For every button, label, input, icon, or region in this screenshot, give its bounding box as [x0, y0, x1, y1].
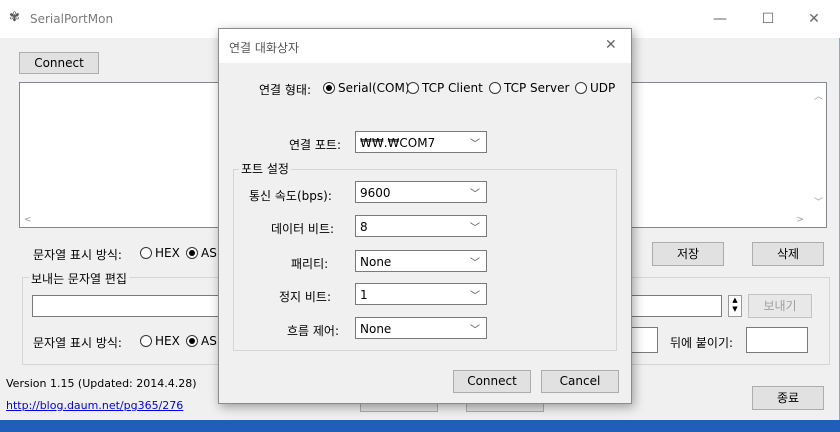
send-hex-radio-label: HEX	[155, 334, 180, 348]
send-ascii-radio-circle[interactable]	[186, 335, 198, 347]
conn-type-udp[interactable]: UDP	[575, 81, 615, 95]
dialog-close-icon[interactable]: ✕	[605, 37, 617, 53]
hex-radio-label: HEX	[155, 246, 180, 260]
scroll-right-icon[interactable]: >	[796, 215, 804, 225]
app-icon: ✾	[9, 10, 20, 25]
scroll-down-icon[interactable]: ﹀	[814, 195, 823, 208]
connect-button[interactable]: Connect	[19, 52, 99, 74]
ascii-radio-label: AS	[201, 246, 217, 260]
conn-type-tcp-server-label: TCP Server	[504, 81, 570, 95]
exit-button[interactable]: 종료	[752, 386, 824, 410]
stopbits-value: 1	[360, 288, 368, 302]
databits-label: 데이터 비트:	[271, 222, 335, 236]
conn-type-tcp-client[interactable]: TCP Client	[407, 81, 483, 95]
minimize-icon[interactable]: —	[705, 6, 735, 32]
baud-label: 통신 속도(bps):	[249, 189, 332, 203]
send-ascii-radio[interactable]: AS	[186, 334, 217, 348]
dialog-connect-button[interactable]: Connect	[453, 370, 531, 393]
parity-value: None	[360, 255, 392, 269]
close-icon[interactable]: ✕	[799, 6, 829, 32]
send-group-label: 보내는 문자열 편집	[29, 270, 129, 287]
send-ascii-radio-label: AS	[201, 334, 217, 348]
maximize-icon[interactable]: ☐	[753, 6, 783, 32]
append-label: 뒤에 붙이기:	[670, 336, 734, 350]
scroll-up-icon[interactable]: ︿	[814, 89, 823, 102]
dialog-cancel-button[interactable]: Cancel	[541, 370, 619, 393]
dialog-title: 연결 대화상자	[229, 41, 300, 55]
port-select[interactable]: ₩₩.₩COM7 ﹀	[355, 131, 487, 153]
send-hex-radio-circle[interactable]	[140, 335, 152, 347]
conn-type-tcp-server[interactable]: TCP Server	[489, 81, 569, 95]
window-title: SerialPortMon	[30, 12, 114, 26]
ascii-radio[interactable]: AS	[186, 246, 217, 260]
scroll-left-icon[interactable]: <	[24, 215, 32, 225]
blog-link[interactable]: http://blog.daum.net/pg365/276	[6, 399, 183, 412]
connection-dialog: 연결 대화상자 ✕ 연결 형태: Serial(COM) TCP Client …	[218, 28, 632, 404]
conn-type-tcp-client-radio[interactable]	[407, 82, 419, 94]
conn-type-tcp-client-label: TCP Client	[422, 81, 483, 95]
display-mode-label: 문자열 표시 방식:	[33, 248, 122, 262]
stopbits-select[interactable]: 1 ﹀	[355, 283, 487, 305]
send-hex-radio[interactable]: HEX	[140, 334, 180, 348]
prefix-input[interactable]	[630, 327, 658, 353]
send-spinner[interactable]: ▲ ▼	[728, 295, 742, 317]
version-text: Version 1.15 (Updated: 2014.4.28)	[6, 377, 197, 390]
port-value: ₩₩.₩COM7	[360, 136, 436, 150]
baud-value: 9600	[360, 186, 391, 200]
conn-type-udp-radio[interactable]	[575, 82, 587, 94]
dialog-title-bar: 연결 대화상자 ✕	[219, 29, 631, 63]
conn-type-serial-label: Serial(COM)	[338, 81, 410, 95]
save-button[interactable]: 저장	[652, 242, 724, 266]
hex-radio[interactable]: HEX	[140, 246, 180, 260]
flow-value: None	[360, 322, 392, 336]
databits-value: 8	[360, 220, 368, 234]
conn-type-serial-radio[interactable]	[323, 82, 335, 94]
append-input[interactable]	[746, 327, 808, 353]
conn-type-tcp-server-radio[interactable]	[489, 82, 501, 94]
chevron-down-icon: ﹀	[470, 325, 480, 336]
parity-select[interactable]: None ﹀	[355, 250, 487, 272]
delete-button[interactable]: 삭제	[752, 242, 824, 266]
stopbits-label: 정지 비트:	[279, 290, 332, 304]
send-display-mode-label: 문자열 표시 방식:	[33, 336, 122, 350]
conn-type-udp-label: UDP	[590, 81, 616, 95]
chevron-down-icon: ﹀	[470, 258, 480, 269]
parity-label: 패리티:	[291, 257, 329, 271]
chevron-down-icon: ﹀	[470, 291, 480, 302]
port-settings-label: 포트 설정	[239, 160, 291, 177]
conn-type-serial[interactable]: Serial(COM)	[323, 81, 410, 95]
flow-select[interactable]: None ﹀	[355, 317, 487, 339]
flow-label: 흐름 제어:	[287, 324, 340, 338]
send-button[interactable]: 보내기	[748, 294, 812, 318]
hex-radio-circle[interactable]	[140, 247, 152, 259]
port-label: 연결 포트:	[289, 138, 342, 152]
baud-select[interactable]: 9600 ﹀	[355, 181, 487, 203]
chevron-down-icon: ﹀	[470, 189, 480, 200]
conn-type-label: 연결 형태:	[259, 83, 312, 97]
chevron-down-icon: ﹀	[470, 223, 480, 234]
ascii-radio-circle[interactable]	[186, 247, 198, 259]
databits-select[interactable]: 8 ﹀	[355, 215, 487, 237]
chevron-down-icon: ﹀	[470, 139, 480, 150]
